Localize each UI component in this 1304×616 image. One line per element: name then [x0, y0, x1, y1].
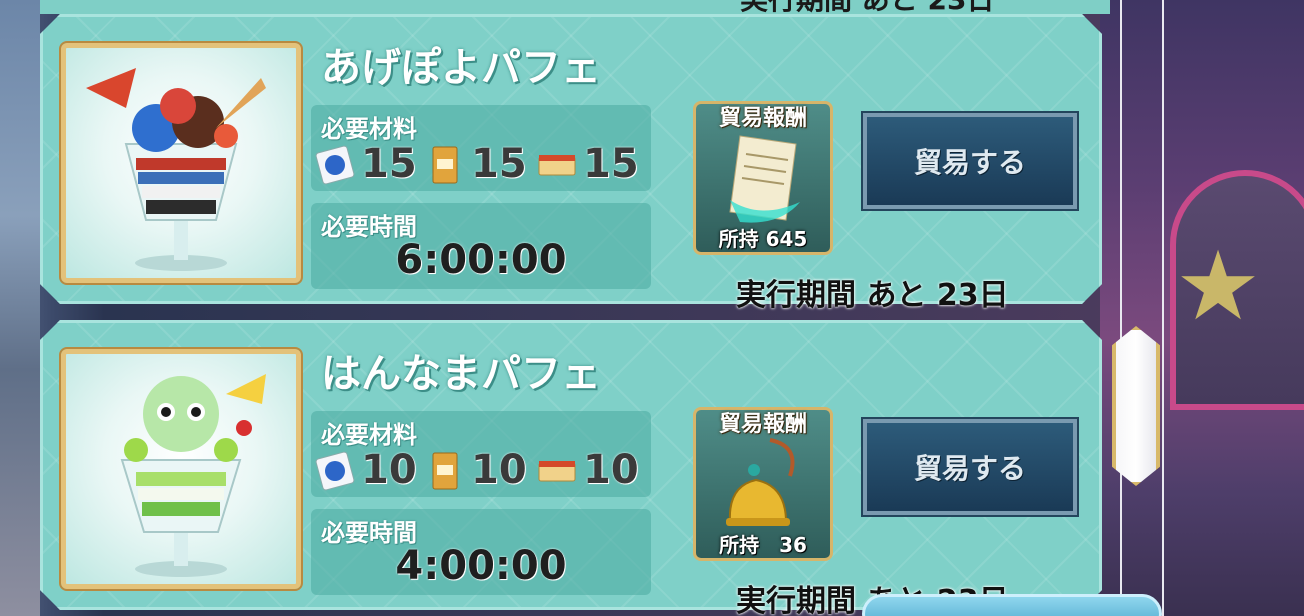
- paper-scroll-icon: [729, 135, 800, 223]
- material-count: 10: [361, 447, 417, 493]
- materials-label: 必要材料: [321, 115, 417, 143]
- background-star-icon: ★: [1175, 230, 1262, 342]
- trade-button[interactable]: 貿易する: [861, 111, 1079, 211]
- materials-label: 必要材料: [321, 421, 417, 449]
- scrollbar-track[interactable]: [1120, 0, 1164, 616]
- time-panel: 必要時間 4:00:00: [311, 509, 651, 595]
- reward-owned-count: 所持 645: [718, 227, 808, 251]
- melon-parfait-icon: [120, 374, 266, 577]
- materials-row: 15 15 15: [311, 141, 651, 189]
- sugar-packet-icon: [315, 145, 355, 185]
- materials-panel: 必要材料 15 15 15: [311, 105, 651, 191]
- material-count: 15: [471, 141, 527, 187]
- trade-button[interactable]: 貿易する: [861, 417, 1079, 517]
- trade-period: 実行期間 あと 23日: [736, 278, 1009, 313]
- bottom-button[interactable]: [862, 594, 1162, 616]
- trade-card: あげぽよパフェ 必要材料 15 15 15 必要時間 6:00:00 貿易報酬: [40, 14, 1102, 304]
- reward-box: 貿易報酬 所持 645: [693, 101, 833, 255]
- chocolate-parfait-icon: [86, 68, 266, 271]
- golden-bell-icon: [726, 438, 795, 526]
- materials-panel: 必要材料 10 10 10: [311, 411, 651, 497]
- reward-label: 貿易報酬: [718, 106, 807, 131]
- sugar-packet-icon: [315, 451, 355, 491]
- material-count: 15: [361, 141, 417, 187]
- flour-bag-icon: [432, 146, 458, 184]
- time-panel: 必要時間 6:00:00: [311, 203, 651, 289]
- flour-bag-icon: [432, 452, 458, 490]
- background-left-street: [0, 0, 40, 616]
- materials-row: 10 10 10: [311, 447, 651, 495]
- reward-label: 貿易報酬: [718, 412, 807, 437]
- material-count: 15: [583, 141, 639, 187]
- material-count: 10: [583, 447, 639, 493]
- time-value: 6:00:00: [395, 237, 567, 283]
- material-count: 10: [471, 447, 527, 493]
- time-value: 4:00:00: [395, 543, 567, 589]
- trade-card: はんなまパフェ 必要材料 10 10 10 必要時間 4:00:00 貿易報酬: [40, 320, 1102, 610]
- trade-title: あげぽよパフェ: [321, 45, 601, 91]
- reward-box: 貿易報酬 所持 36: [693, 407, 833, 561]
- butter-block-icon: [538, 155, 576, 176]
- scrollbar-thumb[interactable]: [1112, 326, 1160, 486]
- parfait-thumbnail: [59, 41, 303, 285]
- trade-title: はんなまパフェ: [321, 351, 601, 397]
- parfait-thumbnail: [59, 347, 303, 591]
- reward-owned-count: 所持 36: [719, 533, 807, 557]
- butter-block-icon: [538, 461, 576, 482]
